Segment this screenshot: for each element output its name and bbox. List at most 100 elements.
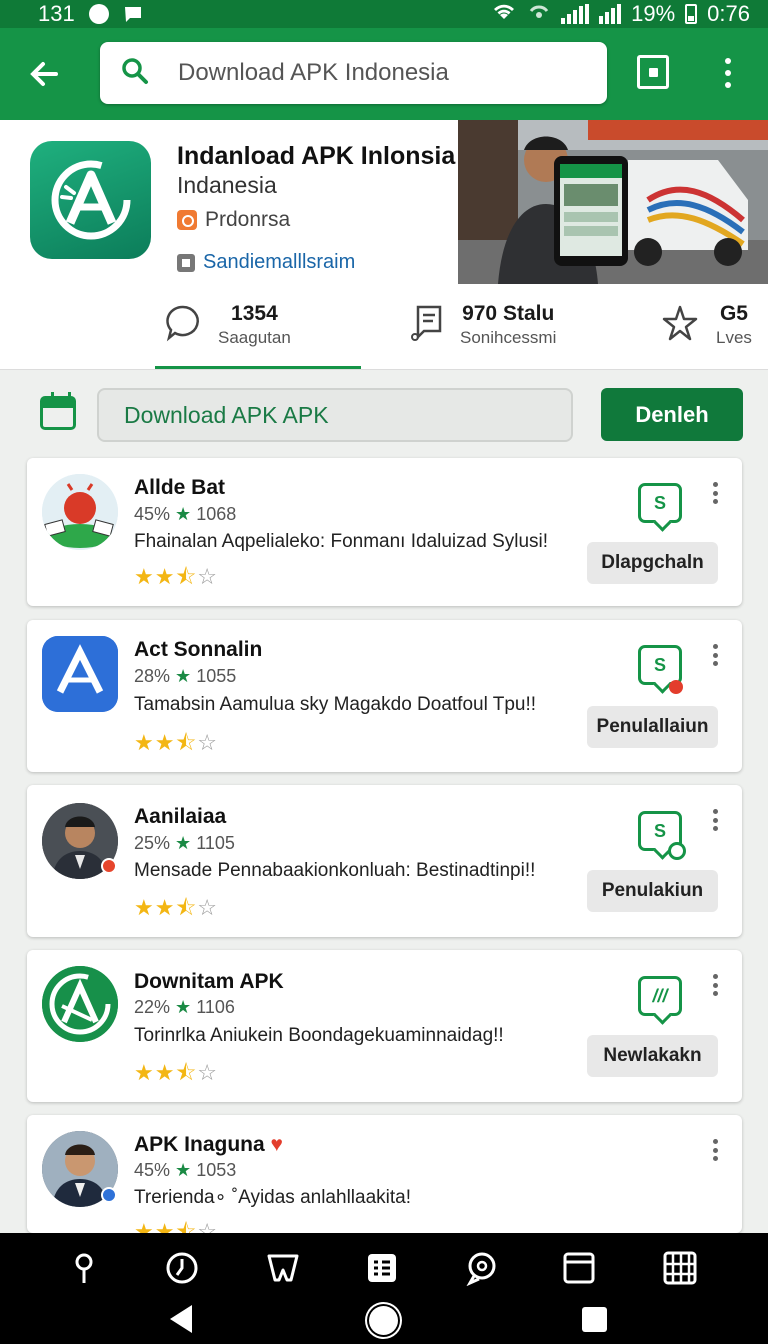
app-header-card: Indanload APK Inlonsia Indanesia Prdonrs…	[0, 120, 768, 370]
item-meta: 22% ★ 1106	[134, 997, 235, 1017]
stat-rating[interactable]: G5 Lves	[660, 302, 752, 348]
filter-submit-button[interactable]: Denleh	[601, 388, 743, 441]
item-description: Tamabsin Aamulua sky Magakdo Doatfoul Tp…	[134, 694, 537, 715]
apk-mascot-icon	[42, 474, 118, 550]
status-badge	[101, 858, 117, 874]
battery-icon	[685, 4, 698, 24]
back-arrow-icon[interactable]	[26, 56, 62, 92]
signal-icon-2	[599, 4, 622, 24]
app-subtitle: Indanesia	[177, 172, 277, 198]
app-store-icon	[42, 636, 118, 712]
stat-reviews[interactable]: 1354 Saagutan	[164, 302, 291, 348]
status-badge	[101, 1187, 117, 1203]
stat-value: 970 Stalu	[462, 302, 555, 325]
item-name: Allde Bat	[134, 476, 226, 499]
publisher-name: Prdonrsa	[205, 208, 291, 231]
item-meta: 45% ★ 1053	[134, 1160, 237, 1180]
rating-stars: ★★⯪☆	[134, 1060, 219, 1085]
stat-value: G5	[719, 302, 748, 325]
archive-icon[interactable]	[561, 1250, 597, 1286]
data-icon	[527, 1, 551, 27]
alert-badge	[669, 680, 683, 694]
item-meta: 25% ★ 1105	[134, 833, 235, 853]
publisher-row[interactable]: Prdonrsa	[177, 208, 290, 232]
system-back-icon[interactable]	[170, 1305, 192, 1333]
message-shield-icon[interactable]: ///	[638, 976, 682, 1016]
item-menu-icon[interactable]	[711, 974, 719, 996]
wifi-icon	[491, 1, 517, 27]
item-meta: 28% ★ 1055	[134, 666, 237, 686]
list-icon[interactable]	[364, 1250, 400, 1286]
app-bar	[0, 28, 768, 120]
downitam-logo-icon	[42, 966, 118, 1042]
active-tab-indicator	[155, 366, 361, 369]
download-button[interactable]: Penulakiun	[587, 870, 718, 912]
status-bar: 131 19% 0:76	[0, 0, 768, 28]
download-button[interactable]: Penulallaiun	[587, 706, 718, 748]
clock-icon[interactable]	[164, 1250, 200, 1286]
check-badge	[668, 842, 686, 860]
calendar-icon[interactable]	[40, 392, 76, 430]
location-pin-icon[interactable]	[66, 1250, 102, 1286]
item-name: Act Sonnalin	[134, 638, 263, 661]
hero-banner-image	[458, 120, 768, 284]
filter-input[interactable]	[97, 388, 573, 442]
item-menu-icon[interactable]	[711, 482, 719, 504]
stat-value: 1354	[231, 302, 278, 325]
stat-label: Lves	[716, 328, 752, 347]
notification-icon	[88, 4, 109, 24]
app-title: Indanload APK Inlonsia	[177, 142, 456, 170]
security-shield-icon[interactable]: S	[638, 645, 682, 685]
developer-icon	[177, 253, 195, 272]
messenger-icon	[123, 4, 145, 24]
item-menu-icon[interactable]	[711, 809, 719, 831]
developer-name: Sandiemalllsraim	[203, 251, 356, 273]
chat-bubble-icon	[164, 303, 202, 348]
signal-icon	[561, 4, 590, 24]
item-description: Fhainalan Aqpelialeko: Fonmanı Idaluizad…	[134, 531, 549, 552]
system-home-icon[interactable]	[369, 1306, 398, 1335]
item-description: Mensade Pennabaakionkonluah: Bestinadtin…	[134, 860, 536, 881]
tooth-icon[interactable]	[265, 1250, 301, 1286]
item-menu-icon[interactable]	[711, 1139, 719, 1161]
item-description: Torinrlka Aniukein Boondagekuaminnaidag!…	[134, 1025, 504, 1046]
publisher-icon	[177, 210, 197, 230]
item-menu-icon[interactable]	[711, 644, 719, 666]
stats-bar: 1354 Saagutan 970 Stalu Sonihcessmi G5 L…	[0, 290, 768, 370]
search-icon	[120, 56, 150, 91]
rating-stars: ★★⯪☆	[134, 895, 219, 920]
heart-icon: ♥	[270, 1133, 283, 1156]
download-button[interactable]: Dlapgchaln	[587, 542, 718, 584]
item-meta: 45% ★ 1068	[134, 504, 237, 524]
list-item[interactable]: Allde Bat 45% ★ 1068 Fhainalan Aqpeliale…	[27, 458, 742, 606]
security-shield-icon[interactable]: S	[638, 483, 682, 523]
star-outline-icon	[660, 303, 700, 348]
stat-label: Saagutan	[218, 328, 291, 347]
rating-stars: ★★⯪☆	[134, 730, 219, 755]
app-logo-icon	[30, 141, 151, 259]
item-description: Trerienda∘ ˚Ayidas anlahllaakita!	[134, 1187, 411, 1208]
item-name: Downitam APK	[134, 970, 284, 993]
search-bar[interactable]	[100, 42, 607, 104]
status-notification-count: 131	[38, 1, 75, 26]
system-recents-icon[interactable]	[582, 1307, 607, 1332]
item-name: APK Inaguna ♥	[134, 1133, 283, 1156]
stat-label: Sonihcessmi	[460, 328, 557, 347]
grid-icon[interactable]	[662, 1250, 698, 1286]
document-icon	[410, 303, 444, 348]
search-input[interactable]	[178, 59, 558, 87]
rating-stars: ★★⯪☆	[134, 1219, 219, 1233]
download-button[interactable]: Newlakakn	[587, 1035, 718, 1077]
list-item[interactable]: APK Inaguna ♥ 45% ★ 1053 Trerienda∘ ˚Ayi…	[27, 1115, 742, 1233]
battery-percent: 19%	[631, 1, 676, 26]
stat-downloads[interactable]: 970 Stalu Sonihcessmi	[410, 302, 556, 348]
chat-icon[interactable]	[464, 1250, 500, 1287]
developer-link[interactable]: Sandiemalllsraim	[177, 251, 355, 274]
status-clock: 0:76	[707, 1, 750, 26]
overflow-menu-icon[interactable]	[720, 58, 736, 88]
list-item[interactable]: Aanilaiaa 25% ★ 1105 Mensade Pennabaakio…	[27, 785, 742, 937]
scan-button-icon[interactable]	[637, 55, 669, 89]
item-name: Aanilaiaa	[134, 805, 227, 828]
list-item[interactable]: Downitam APK 22% ★ 1106 Torinrlka Aniuke…	[27, 950, 742, 1102]
list-item[interactable]: Act Sonnalin 28% ★ 1055 Tamabsin Aamulua…	[27, 620, 742, 772]
